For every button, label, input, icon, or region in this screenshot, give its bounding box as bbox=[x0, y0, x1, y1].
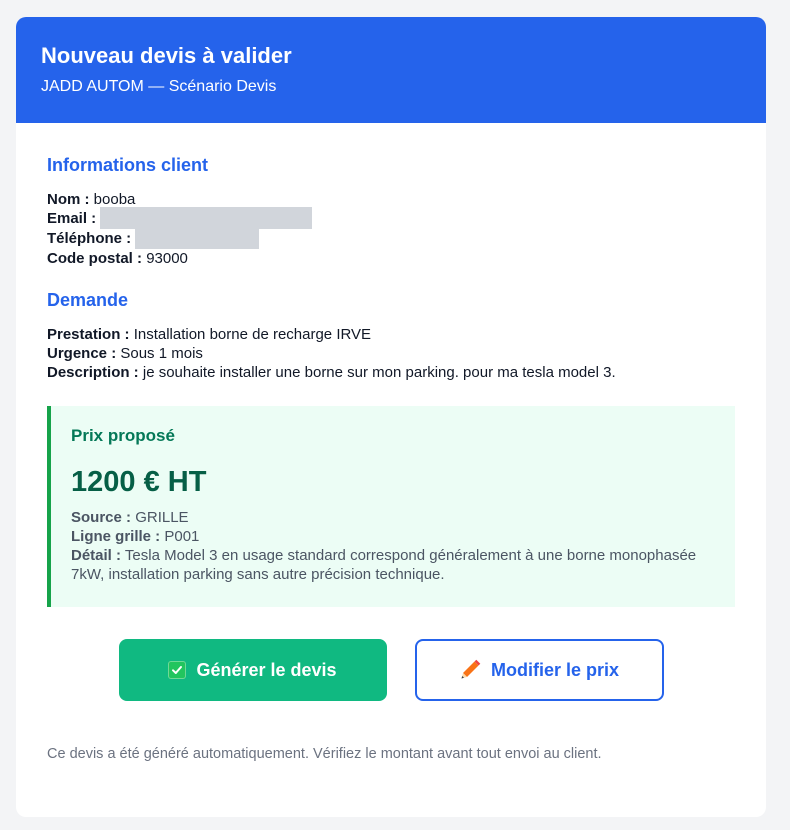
card-content: Informations client Nom : booba Email : … bbox=[16, 123, 766, 764]
price-grid-value: P001 bbox=[164, 528, 200, 545]
price-detail-row: Détail : Tesla Model 3 en usage standard… bbox=[71, 546, 715, 584]
price-detail-label: Détail : bbox=[71, 547, 122, 564]
price-grid-label: Ligne grille : bbox=[71, 528, 161, 545]
request-section-title: Demande bbox=[47, 290, 129, 310]
request-description-value: je souhaite installer une borne sur mon … bbox=[142, 364, 616, 381]
client-name-label: Nom : bbox=[47, 191, 90, 208]
price-source-value: GRILLE bbox=[135, 509, 189, 526]
page-title: Nouveau devis à valider bbox=[41, 43, 292, 68]
client-phone-redacted bbox=[135, 228, 260, 249]
proposed-price-box: Prix proposé 1200 € HT Source : GRILLE L… bbox=[47, 406, 735, 607]
price-value: 1200 € HT bbox=[71, 466, 207, 498]
request-description-row: Description : je souhaite installer une … bbox=[47, 363, 735, 382]
client-email-row: Email : bbox=[47, 207, 735, 229]
client-email-redacted bbox=[100, 207, 313, 229]
client-postal-value: 93000 bbox=[146, 250, 188, 267]
client-section-title: Informations client bbox=[47, 155, 209, 175]
footer-note: Ce devis a été généré automatiquement. V… bbox=[47, 746, 602, 762]
price-title: Prix proposé bbox=[71, 426, 175, 445]
pencil-icon bbox=[459, 659, 481, 681]
client-postal-label: Code postal : bbox=[47, 250, 143, 267]
price-source-row: Source : GRILLE bbox=[71, 508, 715, 527]
modify-price-label: Modifier le prix bbox=[490, 659, 620, 680]
request-urgency-row: Urgence : Sous 1 mois bbox=[47, 344, 735, 363]
quote-card: Nouveau devis à valider JADD AUTOM — Scé… bbox=[16, 17, 766, 817]
modify-price-button[interactable]: Modifier le prix bbox=[414, 639, 664, 701]
page-subtitle: JADD AUTOM — Scénario Devis bbox=[41, 78, 277, 95]
request-service-value: Installation borne de recharge IRVE bbox=[133, 326, 372, 343]
price-grid-row: Ligne grille : P001 bbox=[71, 527, 715, 546]
price-details: Source : GRILLE Ligne grille : P001 Déta… bbox=[71, 508, 715, 584]
request-fields: Prestation : Installation borne de recha… bbox=[47, 325, 735, 382]
client-phone-row: Téléphone : bbox=[47, 228, 735, 249]
request-urgency-value: Sous 1 mois bbox=[120, 345, 203, 362]
client-email-label: Email : bbox=[47, 210, 97, 227]
request-service-label: Prestation : bbox=[47, 326, 130, 343]
client-name-value: booba bbox=[93, 191, 136, 208]
card-header: Nouveau devis à valider JADD AUTOM — Scé… bbox=[16, 17, 766, 123]
action-buttons: Générer le devis Modifier le prix bbox=[47, 639, 735, 701]
request-section: Demande Prestation : Installation borne … bbox=[47, 288, 735, 382]
price-detail-value: Tesla Model 3 en usage standard correspo… bbox=[71, 547, 697, 583]
request-service-row: Prestation : Installation borne de recha… bbox=[47, 325, 735, 344]
generate-quote-label: Générer le devis bbox=[196, 659, 337, 680]
price-source-label: Source : bbox=[71, 509, 132, 526]
check-box-icon bbox=[168, 661, 187, 679]
request-urgency-label: Urgence : bbox=[47, 345, 117, 362]
request-description-label: Description : bbox=[47, 364, 139, 381]
generate-quote-button[interactable]: Générer le devis bbox=[118, 639, 387, 701]
client-fields: Nom : booba Email : Téléphone : Code pos… bbox=[47, 190, 735, 268]
client-postal-row: Code postal : 93000 bbox=[47, 249, 735, 268]
client-phone-label: Téléphone : bbox=[47, 230, 132, 247]
